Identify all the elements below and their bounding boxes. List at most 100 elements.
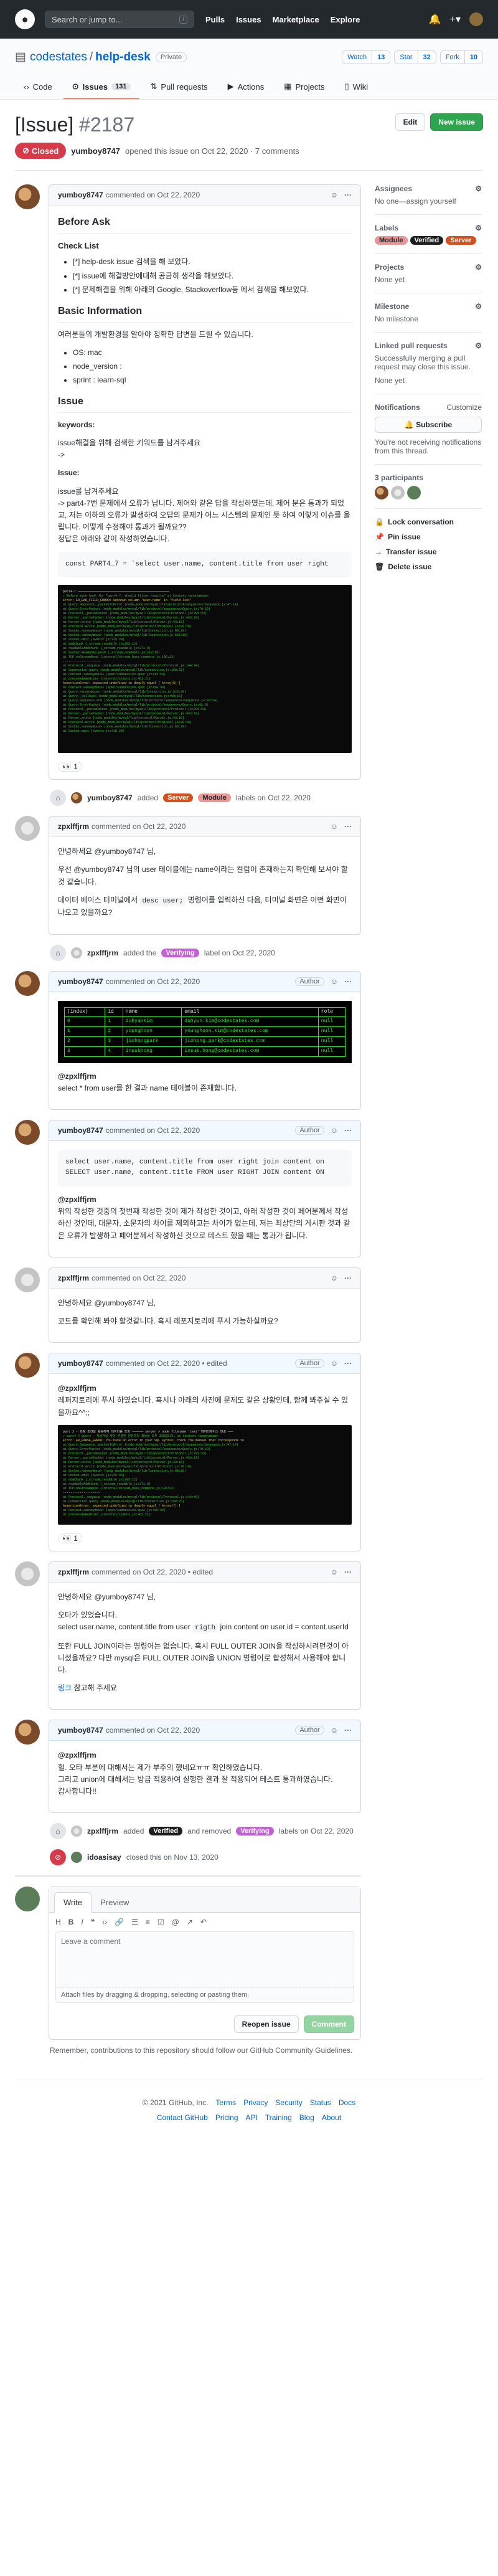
label-badge[interactable]: Verified <box>149 1827 183 1836</box>
unordered-list-icon[interactable]: ☰ <box>131 1918 138 1926</box>
comment-timestamp[interactable]: commented on Oct 22, 2020 <box>106 977 200 986</box>
footer-link[interactable]: Security <box>275 2095 302 2110</box>
reaction-button[interactable]: 👀 1 <box>58 762 82 772</box>
nav-marketplace[interactable]: Marketplace <box>273 15 319 24</box>
tab-projects[interactable]: ▦ Projects <box>275 75 333 99</box>
comment-textarea[interactable]: Leave a comment <box>55 1931 354 1988</box>
bell-icon[interactable]: 🔔 <box>429 13 441 26</box>
mention[interactable]: @zpxlffjrm <box>58 1383 352 1395</box>
avatar[interactable] <box>15 1561 40 1586</box>
gear-icon[interactable]: ⚙ <box>475 341 482 350</box>
tab-preview[interactable]: Preview <box>92 1893 138 1912</box>
avatar[interactable] <box>71 1852 82 1863</box>
tab-actions[interactable]: ▶ Actions <box>219 75 273 99</box>
label-badge[interactable]: Verified <box>410 236 444 245</box>
gear-icon[interactable]: ⚙ <box>475 302 482 311</box>
footer-link[interactable]: Contact GitHub <box>157 2110 208 2125</box>
event-actor[interactable]: yumboy8747 <box>87 793 133 802</box>
github-logo-icon[interactable]: ● <box>15 9 35 29</box>
smiley-icon[interactable]: ☺ <box>331 1568 338 1576</box>
reaction-button[interactable]: 👀 1 <box>58 1533 82 1543</box>
ordered-list-icon[interactable]: ≡ <box>146 1918 150 1926</box>
user-avatar[interactable] <box>469 12 483 26</box>
fork-count[interactable]: 10 <box>464 50 482 64</box>
avatar[interactable] <box>407 486 421 500</box>
event-actor[interactable]: zpxlffjrm <box>87 949 118 957</box>
tab-wiki[interactable]: ▯ Wiki <box>336 75 377 99</box>
label-badge[interactable]: Verifying <box>236 1827 274 1836</box>
nav-pulls[interactable]: Pulls <box>205 15 225 24</box>
smiley-icon[interactable]: ☺ <box>331 977 338 986</box>
comment-author[interactable]: yumboy8747 <box>58 191 103 199</box>
pin-issue-button[interactable]: 📌 Pin issue <box>375 533 482 541</box>
plus-icon[interactable]: +▾ <box>450 13 461 26</box>
link-icon[interactable]: 🔗 <box>115 1918 124 1926</box>
smiley-icon[interactable]: ☺ <box>331 1359 338 1368</box>
footer-link[interactable]: Terms <box>215 2095 236 2110</box>
avatar[interactable] <box>15 1887 40 1912</box>
code-icon[interactable]: ‹› <box>102 1918 107 1926</box>
reply-icon[interactable]: ↶ <box>200 1918 207 1926</box>
label-badge[interactable]: Module <box>198 793 231 803</box>
quote-icon[interactable]: ❝ <box>91 1918 95 1926</box>
mention[interactable]: @zpxlffjrm <box>58 1750 352 1761</box>
comment-timestamp[interactable]: commented on Oct 22, 2020 <box>92 822 186 831</box>
tab-write[interactable]: Write <box>54 1892 92 1913</box>
avatar[interactable] <box>15 970 40 996</box>
smiley-icon[interactable]: ☺ <box>331 191 338 199</box>
new-issue-button[interactable]: New issue <box>430 113 483 131</box>
kebab-icon[interactable]: ··· <box>344 1274 352 1282</box>
label-badge[interactable]: Verifying <box>161 948 199 957</box>
kebab-icon[interactable]: ··· <box>344 1359 352 1368</box>
gear-icon[interactable]: ⚙ <box>475 184 482 193</box>
watch-button[interactable]: Watch 13 <box>342 50 391 64</box>
avatar[interactable] <box>391 486 405 500</box>
edit-button[interactable]: Edit <box>395 113 426 131</box>
avatar[interactable] <box>71 1825 82 1837</box>
comment-author[interactable]: yumboy8747 <box>58 1359 103 1368</box>
repo-owner-link[interactable]: codestates <box>30 50 87 64</box>
smiley-icon[interactable]: ☺ <box>331 822 338 831</box>
comment-timestamp[interactable]: commented on Oct 22, 2020 • edited <box>92 1568 213 1576</box>
kebab-icon[interactable]: ··· <box>344 1126 352 1135</box>
nav-issues[interactable]: Issues <box>236 15 261 24</box>
watch-count[interactable]: 13 <box>372 50 390 64</box>
star-count[interactable]: 32 <box>417 50 436 64</box>
avatar[interactable] <box>375 486 388 500</box>
smiley-icon[interactable]: ☺ <box>331 1274 338 1282</box>
cross-reference-icon[interactable]: ↗ <box>187 1918 193 1926</box>
search-input[interactable]: Search or jump to... / <box>45 11 194 28</box>
nav-explore[interactable]: Explore <box>331 15 360 24</box>
italic-icon[interactable]: I <box>81 1918 83 1926</box>
tab-pull-requests[interactable]: ⇅ Pull requests <box>142 75 217 99</box>
comment-author[interactable]: zpxlffjrm <box>58 822 89 831</box>
avatar[interactable] <box>15 816 40 841</box>
kebab-icon[interactable]: ··· <box>344 977 352 986</box>
avatar[interactable] <box>15 1119 40 1145</box>
label-badge[interactable]: Module <box>375 236 408 245</box>
kebab-icon[interactable]: ··· <box>344 822 352 831</box>
comment-timestamp[interactable]: commented on Oct 22, 2020 <box>92 1274 186 1282</box>
repo-name-link[interactable]: help-desk <box>95 50 151 64</box>
heading-icon[interactable]: H <box>55 1918 61 1926</box>
assign-yourself-link[interactable]: No one—assign yourself <box>375 197 482 206</box>
reference-link[interactable]: 링크 <box>58 1683 72 1692</box>
bold-icon[interactable]: B <box>68 1918 74 1926</box>
label-badge[interactable]: Server <box>163 793 194 803</box>
comment-author[interactable]: yumboy8747 <box>58 977 103 986</box>
comment-author[interactable]: yumboy8747 <box>58 1126 103 1135</box>
label-badge[interactable]: Server <box>446 236 476 245</box>
smiley-icon[interactable]: ☺ <box>331 1726 338 1735</box>
reopen-issue-button[interactable]: Reopen issue <box>233 2015 299 2034</box>
footer-link[interactable]: Blog <box>299 2110 314 2125</box>
footer-link[interactable]: Pricing <box>215 2110 238 2125</box>
footer-link[interactable]: Privacy <box>243 2095 268 2110</box>
task-list-icon[interactable]: ☑ <box>157 1918 164 1926</box>
fork-button[interactable]: Fork 10 <box>439 50 483 64</box>
comment-timestamp[interactable]: commented on Oct 22, 2020 <box>106 1726 200 1735</box>
comment-timestamp[interactable]: commented on Oct 22, 2020 <box>106 1126 200 1135</box>
avatar[interactable] <box>15 1720 40 1745</box>
comment-author[interactable]: yumboy8747 <box>58 1726 103 1735</box>
comment-author[interactable]: zpxlffjrm <box>58 1274 89 1282</box>
footer-link[interactable]: Training <box>265 2110 292 2125</box>
